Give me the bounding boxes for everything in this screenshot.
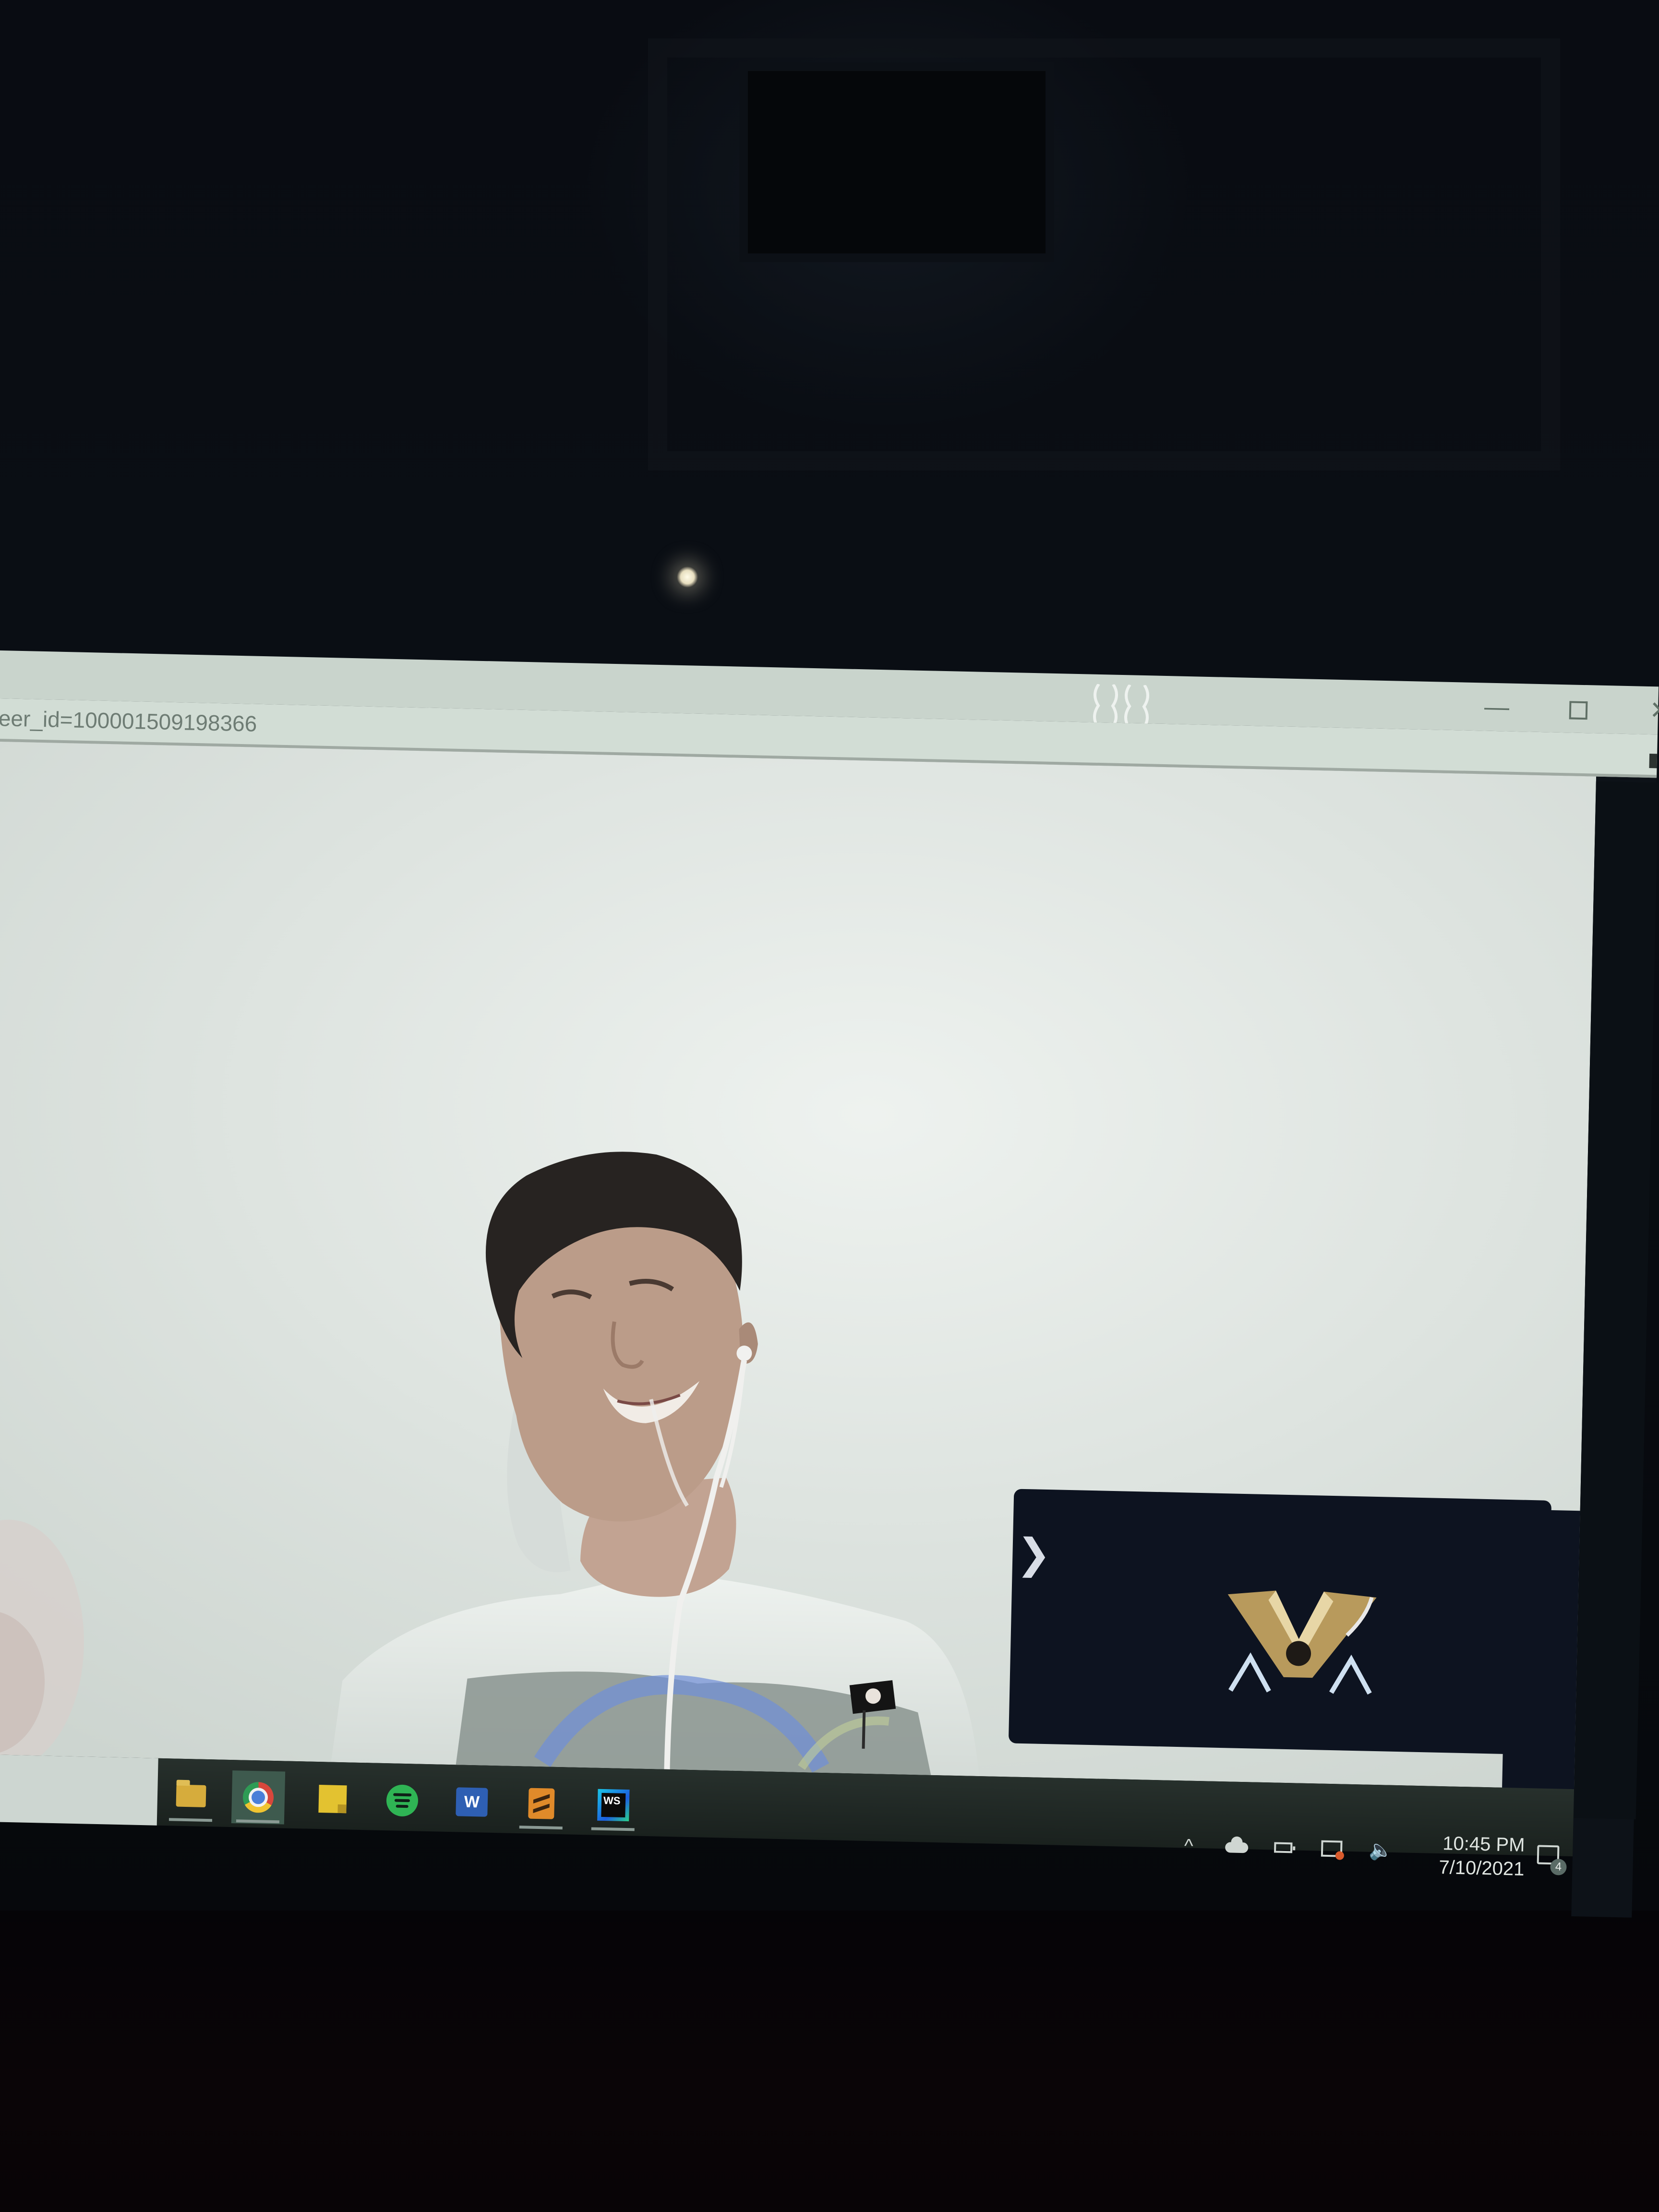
url-text[interactable]: eer_id=100001509198366 (0, 705, 257, 737)
notification-count-badge: 4 (1550, 1859, 1567, 1875)
show-hidden-icons-button[interactable]: ^ (1174, 1831, 1203, 1861)
network-warning-icon (1335, 1851, 1345, 1860)
ceiling-light (677, 566, 698, 588)
taskbar-word[interactable]: W (445, 1775, 499, 1829)
clock-date: 7/10/2021 (1438, 1856, 1525, 1880)
wall-picture (739, 62, 1054, 262)
monitor-screen: — ✕ eer_id=100001509198366 ❯ W WS ^ 🔈 10… (0, 650, 1659, 1918)
taskbar-file-explorer[interactable] (164, 1769, 218, 1823)
clock-time: 10:45 PM (1442, 1833, 1525, 1856)
action-center-button[interactable]: 4 (1534, 1841, 1567, 1875)
scrollbar-nub[interactable] (1649, 754, 1658, 769)
desk-surface (0, 1911, 1659, 2212)
taskbar-sticky-notes[interactable] (306, 1772, 360, 1826)
running-indicator (591, 1827, 635, 1831)
close-icon: ✕ (1649, 696, 1659, 725)
minimize-button[interactable]: — (1467, 687, 1526, 727)
battery-icon (1274, 1842, 1293, 1853)
taskbar-chrome[interactable] (231, 1770, 286, 1825)
word-icon: W (456, 1787, 488, 1817)
folder-icon (176, 1784, 206, 1807)
maximize-icon (1569, 701, 1588, 720)
drag-handle-icon[interactable] (1088, 683, 1156, 729)
gold-v-emblem-icon (1220, 1580, 1382, 1718)
battery-button[interactable] (1270, 1833, 1299, 1863)
onedrive-button[interactable] (1222, 1832, 1251, 1862)
close-button[interactable]: ✕ (1631, 691, 1659, 731)
taskbar-webstorm[interactable]: WS (587, 1778, 640, 1832)
spotify-icon (386, 1784, 419, 1817)
network-button[interactable] (1318, 1835, 1347, 1864)
minimize-icon: — (1484, 693, 1510, 721)
sticky-notes-icon (318, 1785, 347, 1814)
running-indicator (519, 1826, 563, 1830)
self-view-toggle-button[interactable]: ❯ (1016, 1531, 1051, 1578)
running-indicator (236, 1819, 279, 1824)
running-indicator (168, 1818, 213, 1822)
chevron-up-icon: ^ (1184, 1835, 1194, 1857)
taskbar-sublime-text[interactable] (515, 1777, 568, 1830)
chevron-right-icon: ❯ (1016, 1530, 1052, 1578)
maximize-button[interactable] (1549, 689, 1608, 729)
webstorm-icon: WS (597, 1789, 630, 1822)
self-view-panel-edge (1502, 1509, 1580, 1809)
taskbar-clock[interactable]: 10:45 PM 7/10/2021 (1414, 1831, 1525, 1881)
taskbar-search-area[interactable] (0, 1754, 158, 1826)
sublime-icon (528, 1788, 555, 1819)
volume-icon: 🔈 (1368, 1839, 1393, 1861)
system-tray: ^ 🔈 10:45 PM 7/10/2021 4 (1164, 1819, 1573, 1886)
taskbar-spotify[interactable] (375, 1774, 429, 1827)
chrome-icon (242, 1781, 274, 1813)
volume-button[interactable]: 🔈 (1366, 1836, 1395, 1865)
cloud-icon (1225, 1842, 1249, 1853)
